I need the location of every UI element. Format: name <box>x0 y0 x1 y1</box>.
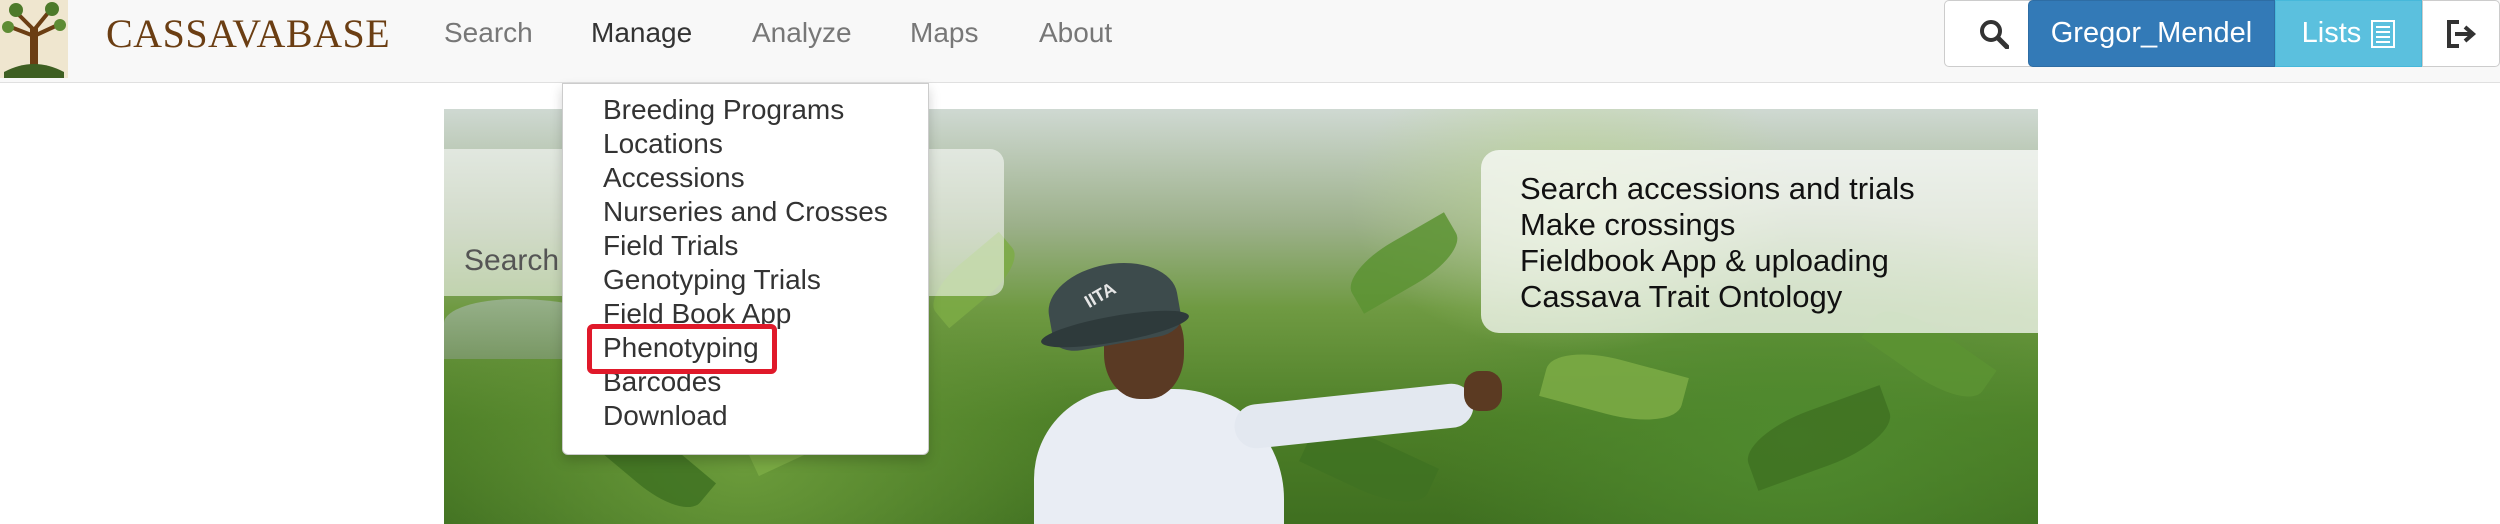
menu-item-nurseries-and-crosses[interactable]: Nurseries and Crosses <box>603 196 888 228</box>
navbar: CASSAVABASE Search Manage Analyze Maps A… <box>0 0 2500 83</box>
lists-button-label: Lists <box>2301 17 2362 49</box>
brand-name[interactable]: CASSAVABASE <box>106 10 390 57</box>
nav-about[interactable]: About <box>1039 17 1112 49</box>
cassavabase-logo-icon[interactable] <box>0 0 68 78</box>
nav-maps[interactable]: Maps <box>910 17 978 49</box>
nav-search[interactable]: Search <box>444 17 533 49</box>
hero-feature-item[interactable]: Cassava Trait Ontology <box>1520 279 1842 315</box>
phenotyping-highlight <box>587 324 777 374</box>
leaf <box>1539 341 1689 433</box>
search-icon <box>1980 19 2009 49</box>
manage-dropdown-menu: Breeding Programs Locations Accessions N… <box>562 83 929 455</box>
logout-button[interactable] <box>2422 0 2500 67</box>
leaf <box>1738 385 1900 491</box>
menu-item-accessions[interactable]: Accessions <box>603 162 745 194</box>
menu-item-field-trials[interactable]: Field Trials <box>603 230 738 262</box>
menu-item-breeding-programs[interactable]: Breeding Programs <box>603 94 844 126</box>
lists-button[interactable]: Lists <box>2275 0 2422 67</box>
person-hand <box>1464 371 1502 411</box>
menu-item-locations[interactable]: Locations <box>603 128 723 160</box>
user-button[interactable]: Gregor_Mendel <box>2028 0 2275 67</box>
nav-analyze[interactable]: Analyze <box>752 17 852 49</box>
list-document-icon <box>2371 19 2396 48</box>
nav-manage[interactable]: Manage <box>591 17 692 49</box>
hero-feature-item[interactable]: Make crossings <box>1520 207 1735 243</box>
menu-item-genotyping-trials[interactable]: Genotyping Trials <box>603 264 821 296</box>
hero-feature-item[interactable]: Fieldbook App & uploading <box>1520 243 1889 279</box>
logout-icon <box>2447 19 2477 48</box>
menu-item-download[interactable]: Download <box>603 400 728 432</box>
hero-feature-item[interactable]: Search accessions and trials <box>1520 171 1915 207</box>
leaf <box>1340 212 1468 314</box>
